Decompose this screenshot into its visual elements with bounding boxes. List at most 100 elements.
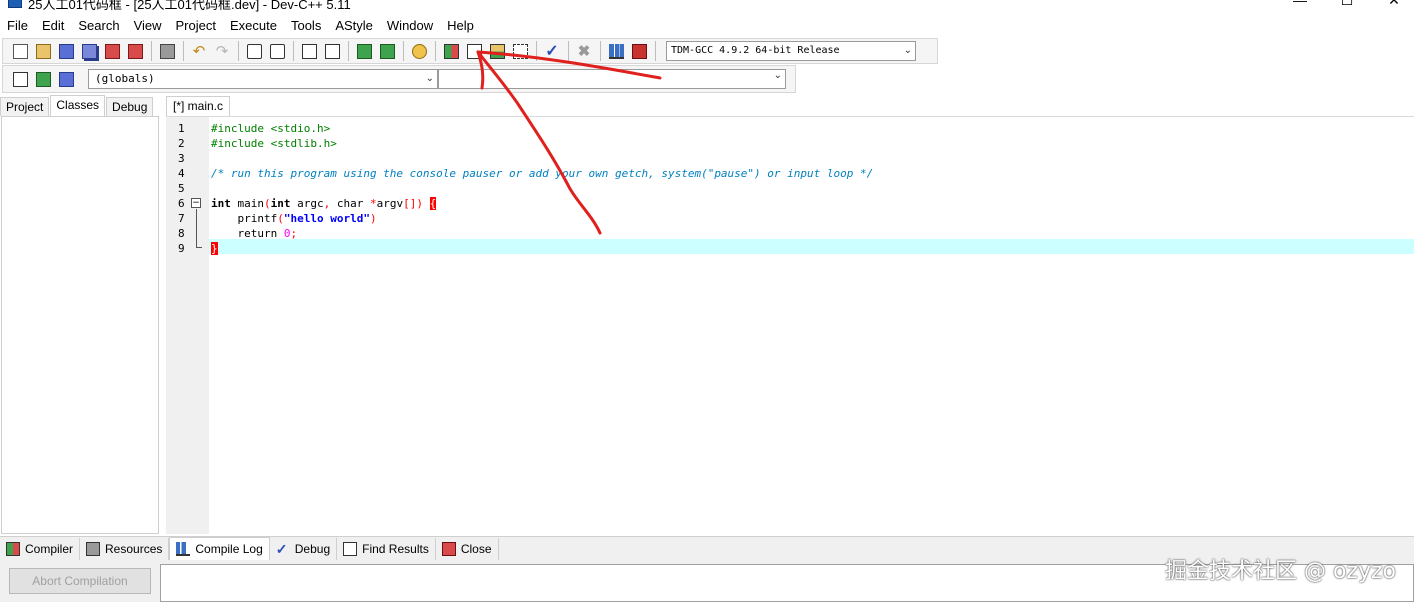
goto-definition-icon (58, 71, 74, 87)
printer-icon (159, 43, 175, 59)
close-all-button[interactable] (124, 40, 146, 62)
compile-icon (443, 43, 459, 59)
new-project-button[interactable] (353, 40, 375, 62)
find-icon (246, 43, 262, 59)
fold-toggle-icon[interactable]: − (191, 198, 201, 208)
code-text: int main(int argc, char *argv[]) { (211, 197, 437, 210)
line-number: 1 (178, 122, 185, 135)
project-options-button[interactable] (408, 40, 430, 62)
tab-find-results[interactable]: Find Results (337, 537, 436, 560)
undo-button[interactable]: ↶ (188, 40, 210, 62)
menu-view[interactable]: View (127, 15, 169, 37)
new-file-icon (12, 43, 28, 59)
tab-resources-label: Resources (105, 541, 163, 556)
compiler-select[interactable]: TDM-GCC 4.9.2 64-bit Release ⌄ (666, 41, 916, 61)
rebuild-all-button[interactable] (509, 40, 531, 62)
tab-compiler[interactable]: Compiler (0, 537, 81, 560)
delete-profile-icon (631, 43, 647, 59)
close-icon (441, 541, 456, 556)
insert-icon (12, 71, 28, 87)
code-text: /* run this program using the console pa… (211, 167, 874, 180)
code-text: #include <stdio.h> (211, 122, 331, 135)
toolbar-separator (536, 41, 537, 61)
line-number: 4 (178, 167, 185, 180)
replace-button[interactable] (266, 40, 288, 62)
toolbar-area: ↶ ↷ ✓ ✖ TDM-GCC 4.9.2 64-bit Release ⌄ (… (0, 37, 1414, 95)
menu-help[interactable]: Help (440, 15, 481, 37)
compile-run-button[interactable] (486, 40, 508, 62)
redo-button[interactable]: ↷ (211, 40, 233, 62)
stop-icon: ✖ (577, 42, 591, 60)
goto-declaration-icon (35, 71, 51, 87)
menu-execute[interactable]: Execute (223, 15, 284, 37)
open-button[interactable] (32, 40, 54, 62)
compile-run-icon (489, 43, 505, 59)
check-icon: ✓ (275, 540, 288, 557)
tab-close[interactable]: Close (436, 537, 499, 560)
stop-execution-button[interactable]: ✖ (573, 40, 595, 62)
tab-compile-log[interactable]: Compile Log (169, 536, 270, 561)
toggle-bookmark-button[interactable] (321, 40, 343, 62)
class-browser-panel[interactable] (1, 116, 159, 534)
toolbar-separator (600, 41, 601, 61)
chevron-down-icon: ⌄ (903, 45, 912, 56)
abort-compilation-button[interactable]: Abort Compilation (9, 568, 151, 594)
check-icon: ✓ (545, 42, 559, 60)
compiler-select-value: TDM-GCC 4.9.2 64-bit Release (671, 45, 840, 56)
run-button[interactable] (463, 40, 485, 62)
find-button[interactable] (243, 40, 265, 62)
menu-astyle[interactable]: AStyle (328, 15, 380, 37)
tab-project[interactable]: Project (0, 97, 50, 116)
tab-debug[interactable]: Debug (106, 97, 154, 116)
code-line-8: return 0; (211, 226, 297, 241)
line-number: 9 (178, 242, 185, 255)
toolbar-separator (655, 41, 656, 61)
remove-from-project-button[interactable] (376, 40, 398, 62)
insert-button[interactable] (9, 68, 31, 90)
rebuild-all-icon (512, 43, 528, 59)
window-title: 25人工01代码框 - [25人工01代码框.dev] - Dev-C++ 5.… (28, 0, 351, 12)
menu-file[interactable]: File (0, 15, 35, 37)
menu-window[interactable]: Window (380, 15, 440, 37)
goto-declaration-button[interactable] (32, 68, 54, 90)
new-file-button[interactable] (9, 40, 31, 62)
line-number: 7 (178, 212, 185, 225)
scope-select[interactable]: (globals) ⌄ (88, 69, 438, 89)
print-button[interactable] (156, 40, 178, 62)
tab-classes[interactable]: Classes (50, 95, 106, 116)
save-button[interactable] (55, 40, 77, 62)
tab-debug-label: Debug (294, 541, 331, 556)
delete-profiling-button[interactable] (628, 40, 650, 62)
menu-search[interactable]: Search (71, 15, 126, 37)
tab-main-c[interactable]: [*] main.c (166, 96, 231, 116)
toolbar-separator (435, 41, 436, 61)
menu-project[interactable]: Project (169, 15, 223, 37)
menu-edit[interactable]: Edit (35, 15, 71, 37)
minimize-button[interactable]: — (1280, 0, 1320, 10)
save-all-button[interactable] (78, 40, 100, 62)
line-number: 3 (178, 152, 185, 165)
tab-debug-output[interactable]: ✓ Debug (270, 537, 338, 560)
tab-find-results-label: Find Results (362, 541, 429, 556)
bookmark-icon (324, 43, 340, 59)
tab-resources[interactable]: Resources (80, 537, 170, 560)
save-icon (58, 43, 74, 59)
code-editor[interactable]: 1 2 3 4 5 6 7 8 9 − #include <stdio.h> #… (166, 116, 1414, 534)
menu-tools[interactable]: Tools (284, 15, 328, 37)
tab-compile-log-label: Compile Log (195, 542, 263, 556)
goto-line-button[interactable] (298, 40, 320, 62)
fold-guide-end (196, 247, 202, 248)
close-file-button[interactable] (101, 40, 123, 62)
menu-bar: File Edit Search View Project Execute To… (0, 15, 1414, 37)
goto-definition-button[interactable] (55, 68, 77, 90)
code-text: printf("hello world") (211, 212, 377, 225)
compiler-icon (6, 541, 20, 556)
code-text: return 0; (211, 227, 298, 240)
syntax-check-button[interactable]: ✓ (541, 40, 563, 62)
undo-icon: ↶ (192, 42, 206, 60)
profile-analysis-button[interactable] (605, 40, 627, 62)
compile-button[interactable] (440, 40, 462, 62)
close-window-button[interactable]: ✕ (1374, 0, 1414, 10)
member-select[interactable]: ⌄ (438, 69, 786, 89)
maximize-button[interactable]: ☐ (1327, 0, 1367, 10)
